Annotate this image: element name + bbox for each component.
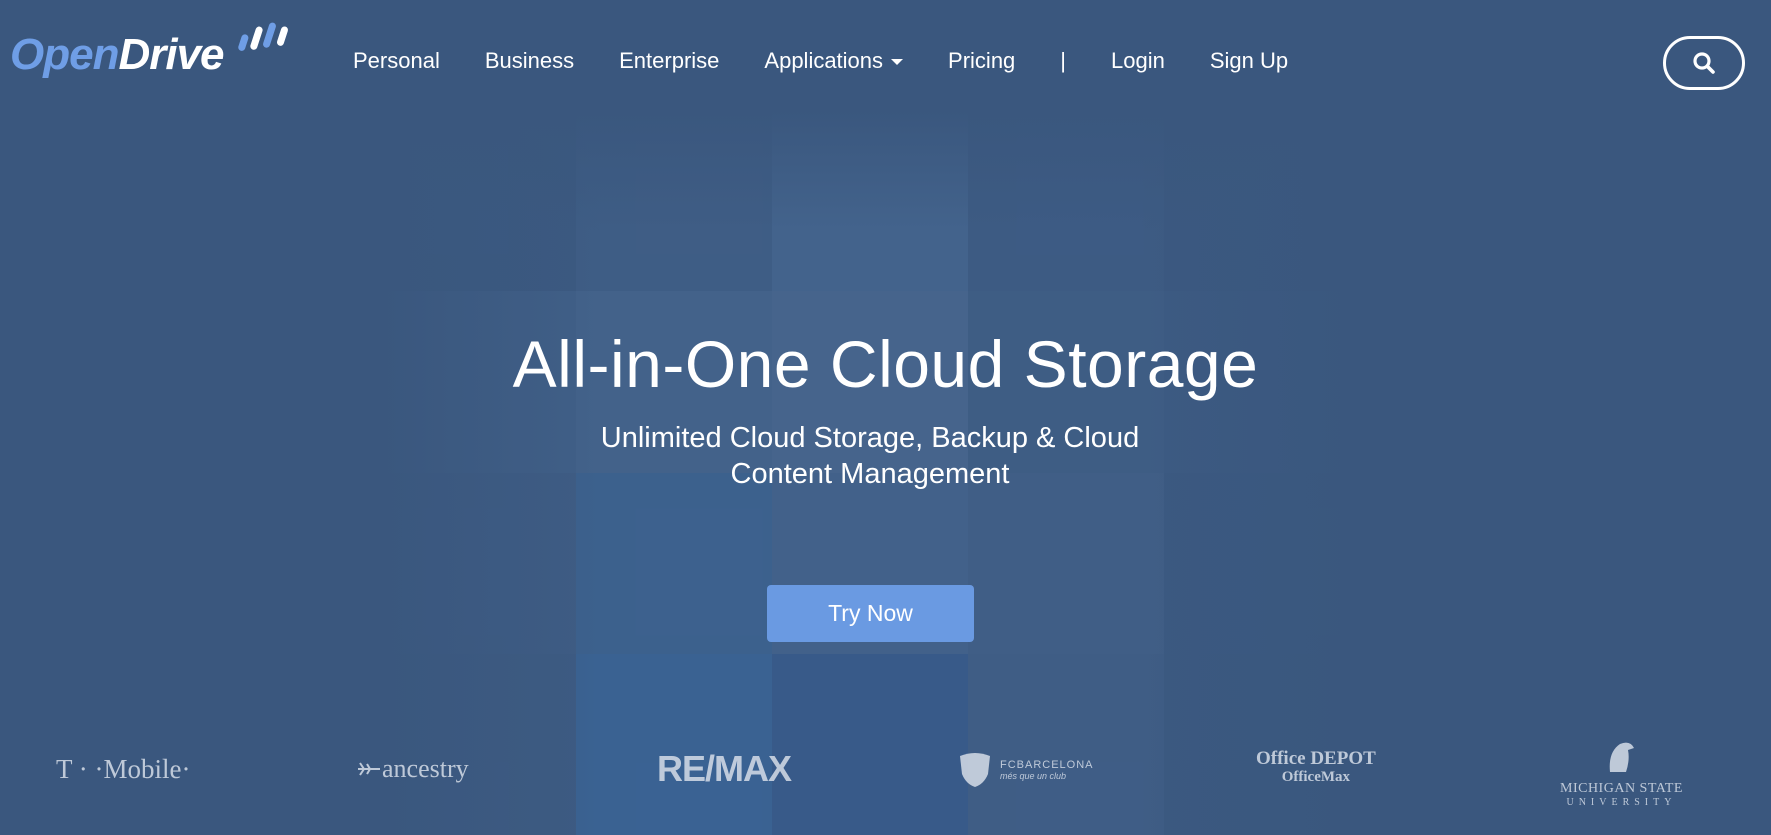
- try-now-button[interactable]: Try Now: [767, 585, 974, 642]
- nav-signup[interactable]: Sign Up: [1210, 48, 1288, 74]
- nav-pricing-label: Pricing: [948, 48, 1016, 73]
- site-header: OpenDrive Personal Business Enterprise A…: [0, 0, 1771, 120]
- hero-title: All-in-One Cloud Storage: [512, 327, 1259, 401]
- nav-applications-label: Applications: [764, 48, 884, 73]
- search-button[interactable]: [1663, 36, 1745, 90]
- nav-signup-label: Sign Up: [1209, 48, 1289, 73]
- officedepot-line2: OfficeMax: [1281, 769, 1351, 785]
- logo-bars-icon: [238, 22, 288, 51]
- logo-text: OpenDrive: [10, 30, 225, 80]
- ancestry-logo-text: ancestry: [382, 754, 469, 783]
- tmobile-logo: T · ·Mobile·: [56, 754, 191, 784]
- officedepot-logo: Office DEPOT OfficeMax: [1256, 748, 1376, 786]
- fcb-text: FCBARCELONA més que un club: [1000, 759, 1094, 781]
- nav-login-label: Login: [1111, 48, 1165, 73]
- fcb-crest-icon: [960, 753, 990, 787]
- nav-enterprise[interactable]: Enterprise: [619, 48, 719, 74]
- nav-login[interactable]: Login: [1111, 48, 1165, 74]
- msu-name: MICHIGAN STATE: [1560, 781, 1683, 796]
- nav-enterprise-label: Enterprise: [619, 48, 720, 73]
- ancestry-logo: ancestry: [356, 754, 469, 784]
- customer-logos: T · ·Mobile· ancestry RE/MAX FCBARCELONA…: [0, 730, 1771, 810]
- remax-logo: RE/MAX: [657, 748, 792, 789]
- fcb-tagline: més que un club: [1000, 771, 1067, 781]
- caret-down-icon: [891, 59, 904, 65]
- nav-pricing[interactable]: Pricing: [948, 48, 1015, 74]
- nav-applications-dropdown[interactable]: Applications: [764, 48, 904, 74]
- logo-text-open: Open: [10, 30, 119, 79]
- nav-personal[interactable]: Personal: [353, 48, 440, 74]
- nav-separator: |: [1060, 48, 1067, 73]
- opendrive-logo[interactable]: OpenDrive: [10, 18, 288, 88]
- officedepot-line1: Office DEPOT: [1256, 748, 1376, 769]
- spartan-helmet-icon: [1610, 742, 1635, 772]
- nav-personal-label: Personal: [353, 48, 440, 73]
- search-icon: [1693, 52, 1715, 74]
- msu-university: UNIVERSITY: [1566, 797, 1677, 808]
- fcb-name: FCBARCELONA: [1000, 759, 1094, 771]
- logo-text-drive: Drive: [118, 30, 224, 79]
- hero-subtitle: Unlimited Cloud Storage, Backup & Cloud …: [600, 422, 1140, 490]
- nav-business-label: Business: [484, 48, 575, 73]
- fcbarcelona-logo: FCBARCELONA més que un club: [958, 752, 1094, 788]
- collage-fade-top: [380, 110, 1360, 230]
- michigan-state-logo: MICHIGAN STATE UNIVERSITY: [1560, 738, 1683, 808]
- main-nav: Personal Business Enterprise Application…: [353, 48, 1333, 74]
- nav-business[interactable]: Business: [485, 48, 574, 74]
- ancestry-leaf-icon: [358, 762, 380, 776]
